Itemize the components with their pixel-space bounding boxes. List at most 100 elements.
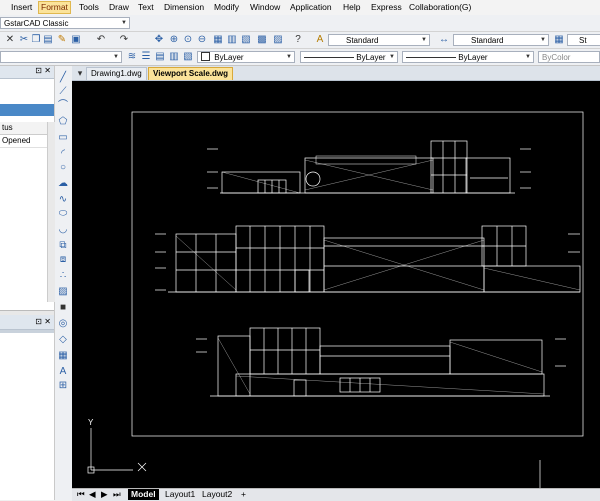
menu-modify[interactable]: Modify — [212, 2, 241, 13]
drawing-svg: Y — [87, 111, 584, 488]
color-select[interactable]: ByLayer ▼ — [197, 51, 295, 63]
zoom-window-icon[interactable]: ⊙ — [182, 34, 194, 46]
elevation-bottom — [196, 327, 566, 397]
menu-format[interactable]: Format — [38, 1, 71, 14]
document-tab-bar: ▾ Drawing1.dwg Viewport Scale.dwg — [72, 66, 600, 81]
workspace-select[interactable]: GstarCAD Classic ▼ — [0, 17, 130, 29]
redo-icon[interactable]: ↷ — [118, 34, 130, 46]
lineweight-select[interactable]: ByLayer ▼ — [402, 51, 534, 63]
tab-model[interactable]: Model — [128, 489, 159, 500]
multiline-text-icon[interactable]: A — [57, 366, 69, 378]
undo-icon[interactable]: ↶ — [95, 34, 107, 46]
ellipse-icon[interactable]: ⬭ — [57, 208, 69, 220]
point-icon[interactable]: ∴ — [57, 270, 69, 282]
close-icon[interactable]: ✕ — [44, 317, 51, 326]
menu-dimension[interactable]: Dimension — [162, 2, 206, 13]
layer-manager-icon[interactable]: ≋ — [126, 51, 138, 63]
next-tab-icon[interactable]: ▶ — [98, 489, 111, 500]
circle-icon[interactable]: ○ — [57, 162, 69, 174]
menu-window[interactable]: Window — [248, 2, 282, 13]
tab-layout1[interactable]: Layout1 — [162, 489, 198, 500]
close-x-icon[interactable]: ✕ — [4, 34, 16, 46]
properties-toolbar: ▼ ≋ ☰ ▤ ▥ ▧ ByLayer ▼ ByLayer ▼ ByLayer … — [0, 49, 600, 66]
tab-menu-icon[interactable]: ▾ — [74, 67, 86, 79]
chevron-down-icon: ▼ — [389, 54, 395, 60]
pan-icon[interactable]: ✥ — [153, 34, 165, 46]
make-current-icon[interactable]: ▤ — [154, 51, 166, 63]
close-icon[interactable]: ✕ — [44, 66, 51, 75]
table-style-icon[interactable]: ▦ — [553, 34, 565, 46]
hatch-icon[interactable]: ▨ — [57, 286, 69, 298]
color-value: ByLayer — [214, 53, 244, 62]
layer-select[interactable]: ▼ — [0, 51, 122, 63]
properties-icon[interactable]: ▦ — [212, 34, 224, 46]
tab-layout2[interactable]: Layout2 — [199, 489, 235, 500]
gradient-icon[interactable]: ■ — [57, 302, 69, 314]
paste-icon[interactable]: ▤ — [42, 34, 54, 46]
drawing-canvas[interactable]: Y — [72, 81, 600, 488]
tab-viewport-scale[interactable]: Viewport Scale.dwg — [148, 67, 233, 80]
match-properties-icon[interactable]: ✎ — [56, 34, 68, 46]
ucs-y-label: Y — [88, 418, 94, 427]
dim-style-select[interactable]: Standard ▼ — [453, 34, 549, 46]
menu-application[interactable]: Application — [288, 2, 334, 13]
add-layout-button[interactable]: + — [238, 489, 249, 500]
lower-palette-bar — [0, 330, 54, 333]
plot-style-select[interactable]: ByColor — [538, 51, 600, 63]
linetype-select[interactable]: ByLayer ▼ — [300, 51, 398, 63]
arc-icon[interactable]: ◜ — [57, 148, 69, 160]
rectangle-icon[interactable]: ▭ — [57, 132, 69, 144]
prev-tab-icon[interactable]: ◀ — [86, 489, 99, 500]
ellipse-arc-icon[interactable]: ◡ — [57, 224, 69, 236]
text-style-icon[interactable]: A — [314, 34, 326, 46]
scrollbar[interactable] — [47, 122, 55, 302]
polygon-icon[interactable]: ⬠ — [57, 116, 69, 128]
ucs-icon — [87, 428, 147, 474]
dim-style-value: Standard — [471, 36, 504, 45]
text-style-select[interactable]: Standard ▼ — [328, 34, 430, 46]
construction-line-icon[interactable]: ⟋ — [57, 86, 69, 98]
plot-style-value: ByColor — [542, 53, 571, 62]
layer-previous-icon[interactable]: ▥ — [168, 51, 180, 63]
chevron-down-icon: ▼ — [525, 54, 531, 60]
help-icon[interactable]: ? — [292, 34, 304, 46]
line-icon[interactable]: ╱ — [57, 72, 69, 84]
copy-icon[interactable]: ❐ — [30, 34, 42, 46]
dim-style-icon[interactable]: ↔ — [438, 34, 450, 46]
zoom-realtime-icon[interactable]: ⊕ — [168, 34, 180, 46]
design-center-icon[interactable]: ▥ — [226, 34, 238, 46]
wipeout-icon[interactable]: ◇ — [57, 334, 69, 346]
viewport-frame — [131, 111, 584, 437]
menu-tools[interactable]: Tools — [77, 2, 101, 13]
pin-icon[interactable]: ⊡ — [35, 66, 42, 75]
table-style-select[interactable]: St — [567, 34, 600, 46]
last-tab-icon[interactable]: ⏭ — [110, 489, 124, 500]
tool-palette-icon[interactable]: ▧ — [240, 34, 252, 46]
insert-block-icon[interactable]: ⧉ — [57, 240, 69, 252]
make-block-icon[interactable]: ⧈ — [57, 254, 69, 266]
calculator-icon[interactable]: ▩ — [256, 34, 268, 46]
block-icon[interactable]: ▣ — [70, 34, 82, 46]
table-icon[interactable]: ▦ — [57, 350, 69, 362]
layer-states-icon[interactable]: ☰ — [140, 51, 152, 63]
table-style-value: St — [579, 36, 587, 45]
elevation-middle — [155, 225, 581, 293]
spline-icon[interactable]: ∿ — [57, 194, 69, 206]
palette-selected-row[interactable] — [0, 104, 54, 116]
add-selected-icon[interactable]: ⊞ — [57, 380, 69, 392]
layer-isolate-icon[interactable]: ▧ — [182, 51, 194, 63]
menu-insert[interactable]: Insert — [9, 2, 34, 13]
menu-draw[interactable]: Draw — [107, 2, 131, 13]
region-icon[interactable]: ◎ — [57, 318, 69, 330]
pin-icon[interactable]: ⊡ — [35, 317, 42, 326]
zoom-previous-icon[interactable]: ⊖ — [196, 34, 208, 46]
cut-icon[interactable]: ✂ — [18, 34, 30, 46]
menu-text[interactable]: Text — [136, 2, 156, 13]
menu-express[interactable]: Express — [369, 2, 404, 13]
menu-collaboration[interactable]: Collaboration(G) — [407, 2, 473, 13]
revision-cloud-icon[interactable]: ☁ — [57, 178, 69, 190]
tab-drawing1[interactable]: Drawing1.dwg — [86, 67, 147, 80]
menu-help[interactable]: Help — [341, 2, 362, 13]
polyline-icon[interactable]: ⌒ — [57, 100, 69, 112]
sheet-set-icon[interactable]: ▨ — [272, 34, 284, 46]
